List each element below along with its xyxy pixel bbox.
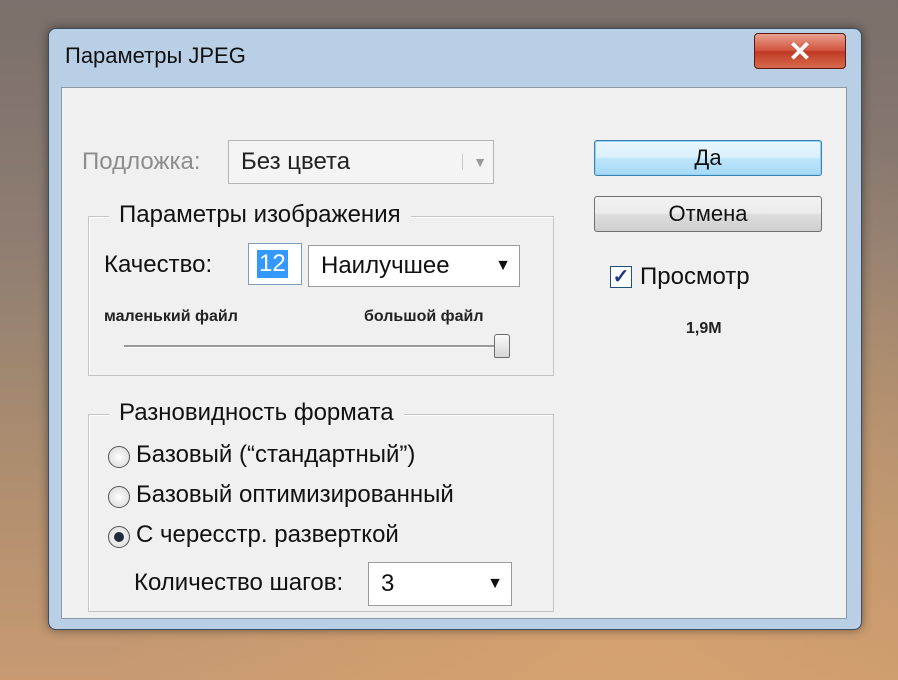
radio-baseline-optimized-label[interactable]: Базовый оптимизированный [136,481,454,509]
window-title: Параметры JPEG [65,43,246,68]
quality-input[interactable]: 12 [248,243,302,285]
scans-select[interactable]: 3 ▼ [368,562,512,606]
quality-preset-select[interactable]: Наилучшее ▼ [308,245,520,287]
format-options-legend: Разновидность формата [109,399,404,427]
quality-slider-track[interactable] [124,345,504,348]
preview-checkbox[interactable]: ✓ [610,266,632,288]
close-icon: ✕ [788,35,812,67]
quality-input-value: 12 [257,250,288,278]
radio-progressive-label[interactable]: С чересстр. разверткой [136,521,399,549]
preview-label[interactable]: Просмотр [640,263,750,291]
image-options-legend: Параметры изображения [109,201,411,229]
quality-label: Качество: [104,251,213,278]
ok-button[interactable]: Да [594,140,822,176]
quality-slider-thumb[interactable] [494,334,510,358]
matte-label: Подложка: [82,148,201,175]
radio-baseline-standard[interactable] [108,446,130,468]
scans-select-value: 3 [381,570,395,597]
cancel-button[interactable]: Отмена [594,196,822,232]
radio-baseline-standard-label[interactable]: Базовый (“стандартный”) [136,441,415,469]
large-file-label: большой файл [364,308,484,325]
jpeg-options-dialog: Параметры JPEG ✕ Подложка: Без цвета ▼ П… [48,28,862,630]
radio-progressive[interactable] [108,526,130,548]
scans-label: Количество шагов: [134,569,344,596]
matte-select[interactable]: Без цвета ▼ [228,140,494,184]
image-options-group: Параметры изображения [88,201,554,376]
chevron-down-icon: ▼ [462,154,487,170]
close-button[interactable]: ✕ [754,33,846,69]
chevron-down-icon: ▼ [487,575,503,592]
file-size-readout: 1,9M [686,320,722,337]
matte-select-value: Без цвета [241,148,351,175]
chevron-down-icon: ▼ [495,257,511,274]
quality-preset-value: Наилучшее [321,252,450,279]
small-file-label: маленький файл [104,308,238,325]
dialog-body: Подложка: Без цвета ▼ Параметры изображе… [61,87,847,619]
radio-baseline-optimized[interactable] [108,486,130,508]
checkmark-icon: ✓ [612,266,630,288]
